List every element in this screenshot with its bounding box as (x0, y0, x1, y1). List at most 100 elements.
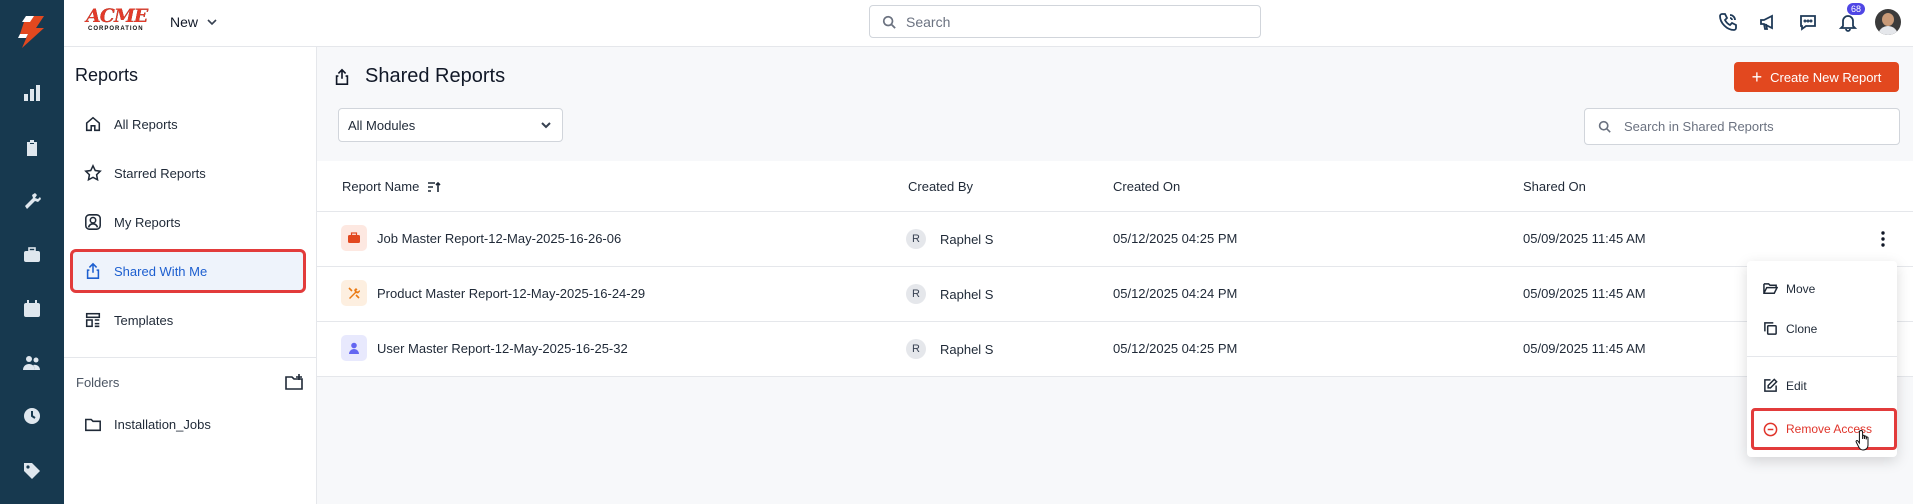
menu-item-remove-access[interactable]: Remove Access (1751, 408, 1897, 450)
briefcase-icon[interactable] (22, 245, 42, 265)
new-label: New (170, 14, 199, 30)
menu-divider (1747, 356, 1897, 357)
megaphone-icon[interactable] (1755, 9, 1781, 35)
clock-icon[interactable] (22, 406, 42, 426)
report-name[interactable]: User Master Report-12-May-2025-16-25-32 (377, 341, 628, 356)
app-logo-icon[interactable] (14, 14, 50, 50)
shared-on: 05/09/2025 11:45 AM (1523, 341, 1646, 356)
sort-icon[interactable] (427, 180, 441, 194)
template-icon (85, 312, 101, 328)
shared-on: 05/09/2025 11:45 AM (1523, 231, 1646, 246)
brand-logo[interactable]: ACME CORPORATION (86, 6, 148, 34)
table-row[interactable]: Product Master Report-12-May-2025-16-24-… (317, 267, 1913, 322)
sidebar-item-my-reports[interactable]: My Reports (72, 202, 304, 242)
menu-item-edit[interactable]: Edit (1763, 378, 1807, 393)
brand-name: ACME (86, 5, 148, 27)
created-on: 05/12/2025 04:24 PM (1113, 286, 1238, 301)
reports-sidebar: Reports All Reports Starred Reports My R… (64, 47, 317, 504)
shared-reports-search-input[interactable] (1624, 119, 1884, 134)
folders-label: Folders (76, 375, 120, 390)
creator-initial: R (906, 339, 926, 359)
bar-chart-icon[interactable] (22, 83, 42, 103)
search-icon (1598, 120, 1611, 133)
global-search-input[interactable] (906, 13, 1236, 30)
created-by: Raphel S (940, 231, 994, 247)
report-name[interactable]: Job Master Report-12-May-2025-16-26-06 (377, 231, 621, 246)
menu-item-clone[interactable]: Clone (1763, 321, 1817, 336)
menu-item-label: Move (1786, 281, 1816, 296)
sidebar-item-starred-reports[interactable]: Starred Reports (72, 153, 304, 193)
menu-item-move[interactable]: Move (1763, 281, 1815, 296)
share-icon (335, 68, 349, 85)
folders-section: Folders (64, 357, 317, 390)
home-icon (85, 116, 101, 132)
creator-initial: R (906, 229, 926, 249)
created-by: Raphel S (940, 341, 994, 357)
table-row[interactable]: Job Master Report-12-May-2025-16-26-06 R… (317, 212, 1913, 267)
folder-icon (85, 418, 101, 432)
brand-subtitle: CORPORATION (88, 26, 144, 32)
report-name[interactable]: Product Master Report-12-May-2025-16-24-… (377, 286, 645, 301)
menu-item-label: Clone (1786, 321, 1818, 336)
chevron-down-icon (541, 122, 551, 129)
sidebar-title: Reports (75, 65, 139, 85)
menu-item-label: Edit (1786, 378, 1807, 393)
hand-cursor-icon (1855, 429, 1873, 451)
create-label: Create New Report (1770, 69, 1882, 85)
user-icon (341, 335, 367, 361)
column-label: Created On (1113, 179, 1181, 194)
top-bar: ACME CORPORATION New 68 (64, 0, 1913, 47)
tools-icon (341, 280, 367, 306)
plus-icon: + (1751, 67, 1763, 87)
sidebar-item-label: My Reports (114, 214, 181, 230)
star-icon (84, 164, 102, 182)
share-icon (86, 262, 100, 279)
column-label: Created By (908, 179, 974, 194)
shared-on: 05/09/2025 11:45 AM (1523, 286, 1646, 301)
folder-item-installation-jobs[interactable]: Installation_Jobs (72, 404, 304, 444)
page-header: Shared Reports (333, 65, 505, 88)
notification-badge: 68 (1846, 3, 1865, 15)
new-dropdown-button[interactable]: New (170, 14, 218, 30)
column-label: Shared On (1523, 179, 1586, 194)
chevron-down-icon (207, 19, 217, 26)
sidebar-item-label: Shared With Me (114, 263, 208, 279)
briefcase-icon (341, 225, 367, 251)
created-on: 05/12/2025 04:25 PM (1113, 231, 1238, 246)
calendar-icon[interactable] (22, 299, 42, 319)
reports-table: Report Name Created By Created On Shared… (317, 161, 1913, 377)
folder-label: Installation_Jobs (114, 416, 211, 432)
users-icon[interactable] (22, 353, 42, 373)
app-rail (0, 0, 64, 504)
sidebar-item-templates[interactable]: Templates (72, 300, 304, 340)
column-created-by[interactable]: Created By (908, 179, 973, 194)
sidebar-item-label: Templates (114, 312, 174, 328)
module-select-value: All Modules (348, 117, 416, 133)
bell-icon[interactable]: 68 (1835, 3, 1865, 35)
created-by: Raphel S (940, 286, 994, 302)
sidebar-item-shared-with-me[interactable]: Shared With Me (70, 249, 306, 293)
sidebar-item-all-reports[interactable]: All Reports (72, 104, 304, 144)
column-created-on[interactable]: Created On (1113, 179, 1180, 194)
column-shared-on[interactable]: Shared On (1523, 179, 1586, 194)
sidebar-item-label: All Reports (114, 116, 178, 132)
main-content: Shared Reports + Create New Report All M… (317, 47, 1913, 504)
shared-reports-search[interactable] (1584, 108, 1900, 145)
phone-icon[interactable] (1715, 9, 1741, 35)
add-folder-icon[interactable] (284, 372, 304, 392)
tools-icon[interactable] (22, 191, 42, 211)
sidebar-item-label: Starred Reports (114, 165, 206, 181)
user-circle-icon (85, 214, 101, 230)
chat-icon[interactable] (1795, 9, 1821, 35)
column-label: Report Name (342, 179, 420, 194)
more-options-icon[interactable] (1873, 229, 1893, 249)
global-search[interactable] (869, 5, 1261, 38)
create-new-report-button[interactable]: + Create New Report (1734, 62, 1899, 92)
page-title: Shared Reports (365, 65, 506, 87)
table-row[interactable]: User Master Report-12-May-2025-16-25-32 … (317, 322, 1913, 377)
user-avatar[interactable] (1875, 9, 1901, 35)
clipboard-icon[interactable] (22, 138, 42, 158)
tag-icon[interactable] (22, 461, 42, 481)
column-report-name[interactable]: Report Name (342, 179, 441, 194)
module-select[interactable]: All Modules (338, 108, 563, 142)
